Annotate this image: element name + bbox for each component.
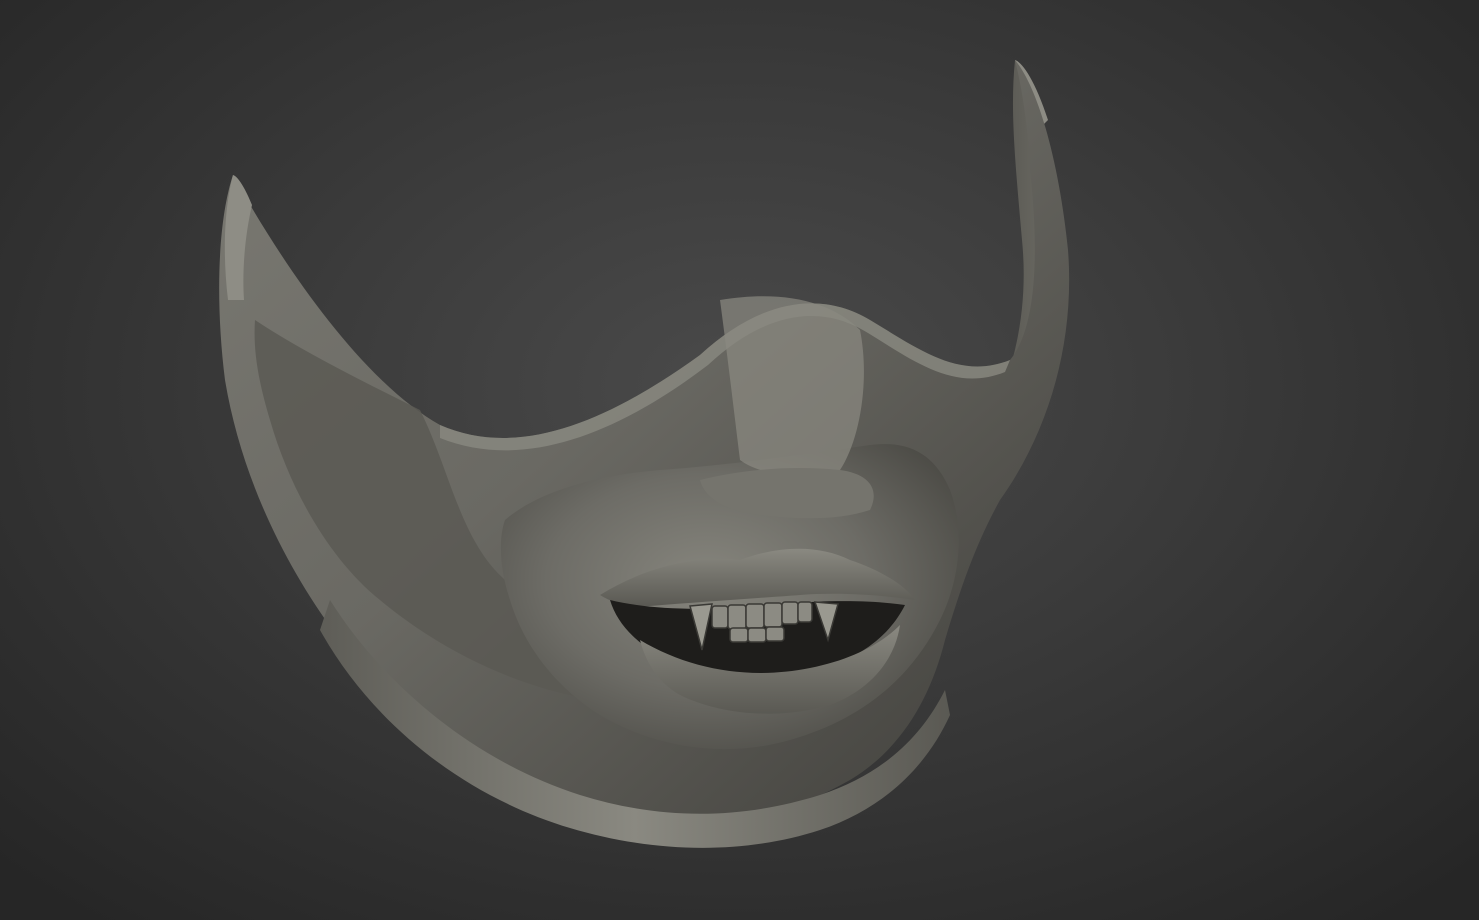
- 3d-viewport[interactable]: [0, 0, 1479, 920]
- mask-render: [219, 60, 1070, 848]
- nose-bridge: [720, 296, 864, 476]
